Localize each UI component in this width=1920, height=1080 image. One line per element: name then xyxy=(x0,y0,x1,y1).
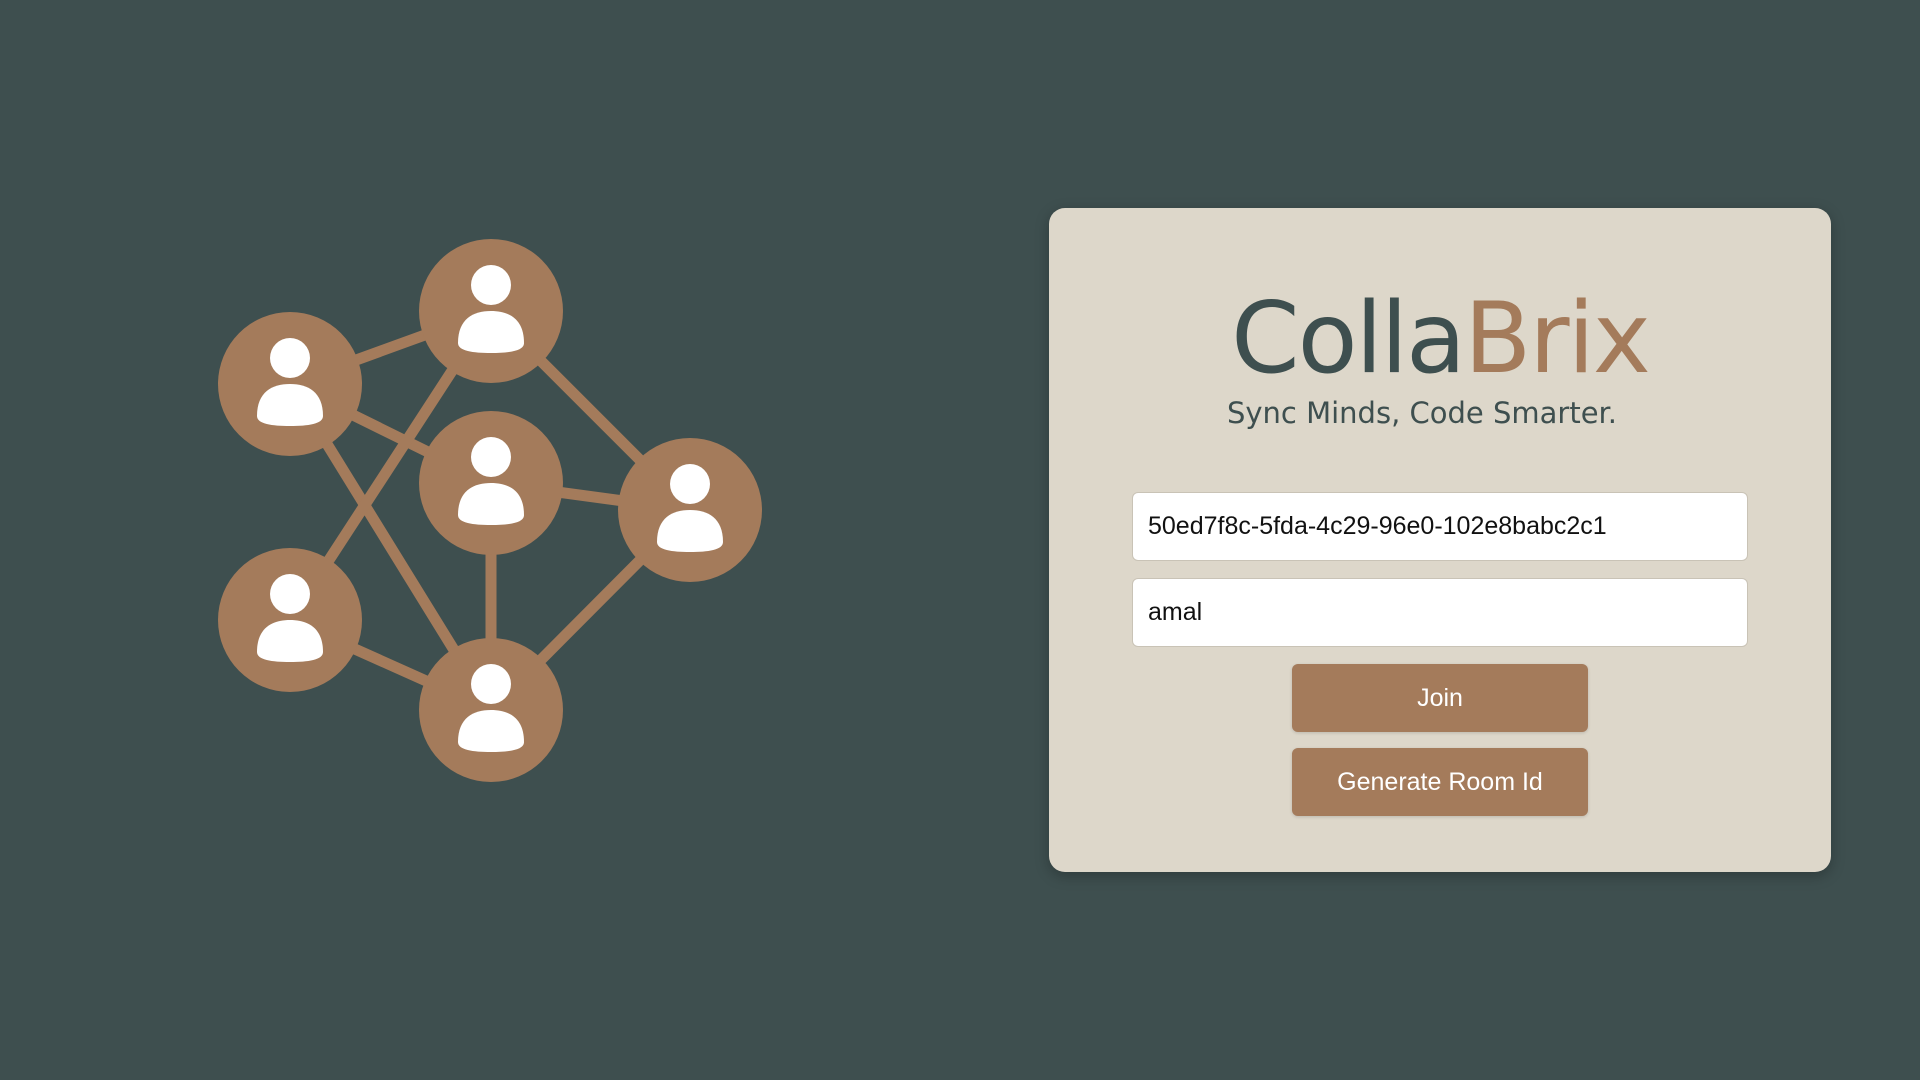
join-room-card: CollaBrix Sync Minds, Code Smarter. Join… xyxy=(1049,208,1831,872)
room-id-input[interactable] xyxy=(1132,492,1748,561)
network-node xyxy=(218,548,362,692)
network-node xyxy=(419,638,563,782)
network-node xyxy=(419,239,563,383)
brand-name-part-1: Colla xyxy=(1231,282,1466,396)
brand-name-part-2: Brix xyxy=(1464,282,1651,396)
people-network-icon xyxy=(200,220,800,820)
network-node xyxy=(618,438,762,582)
brand-tagline: Sync Minds, Code Smarter. xyxy=(1226,396,1618,430)
network-node xyxy=(419,411,563,555)
brand-logo: CollaBrix xyxy=(1049,290,1831,388)
join-button[interactable]: Join xyxy=(1292,664,1588,732)
username-input[interactable] xyxy=(1132,578,1748,647)
generate-room-id-button[interactable]: Generate Room Id xyxy=(1292,748,1588,816)
network-illustration xyxy=(218,239,762,782)
network-node xyxy=(218,312,362,456)
